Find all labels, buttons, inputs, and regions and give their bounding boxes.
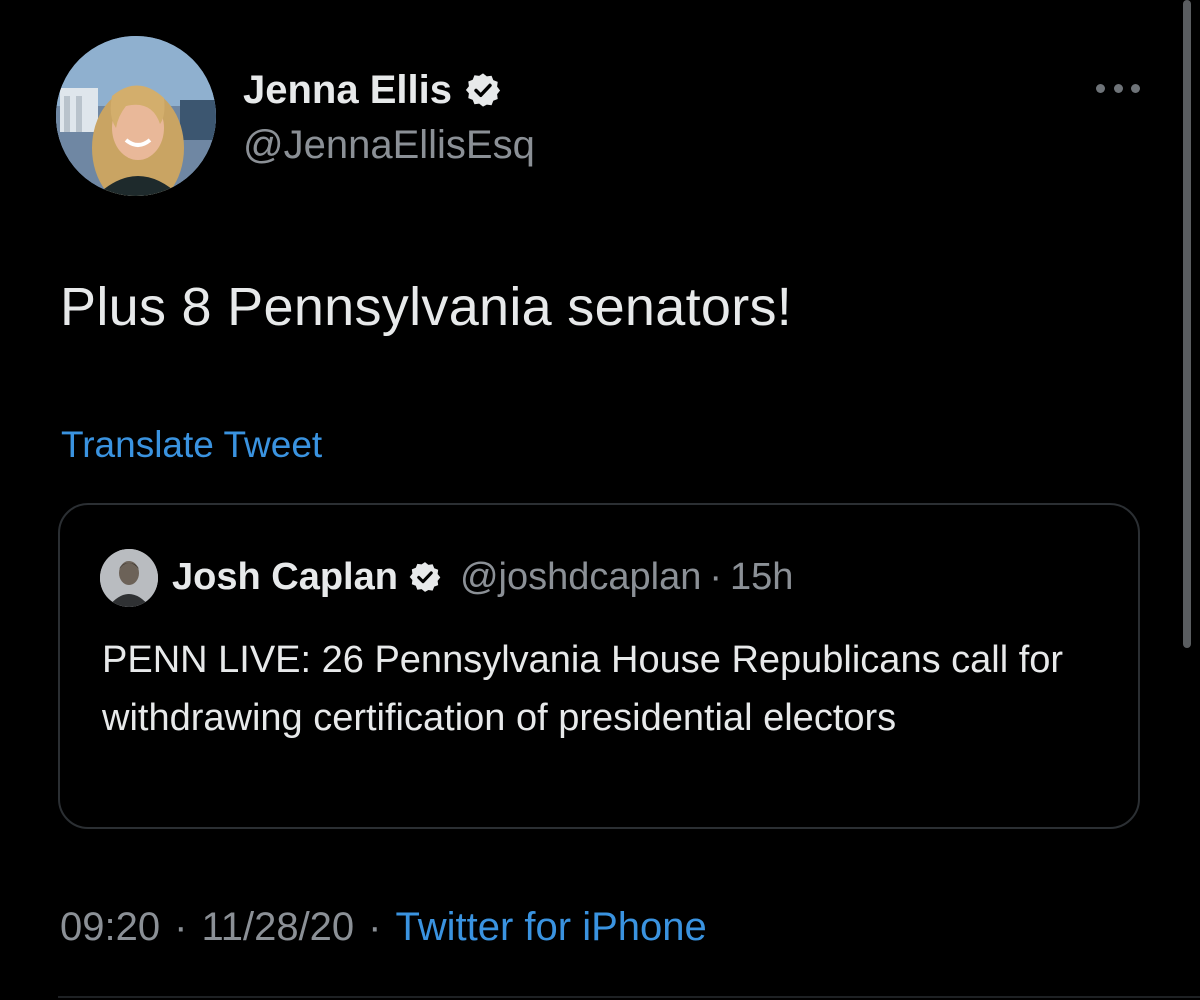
author-name-row[interactable]: Jenna Ellis — [243, 66, 502, 114]
more-dot — [1113, 83, 1123, 93]
quoted-tweet-time: 15h — [730, 555, 794, 598]
tweet-date: 11/28/20 — [201, 905, 355, 949]
author-handle[interactable]: @JennaEllisEsq — [243, 123, 535, 168]
author-name[interactable]: Jenna Ellis — [243, 68, 452, 113]
tweet-text: Plus 8 Pennsylvania senators! — [60, 277, 793, 337]
separator-dot: · — [368, 905, 382, 949]
quoted-tweet-text: PENN LIVE: 26 Pennsylvania House Republi… — [102, 639, 1064, 739]
quoted-tweet-card[interactable]: Josh Caplan @joshdcaplan · 15h PENN LIVE… — [58, 503, 1140, 829]
quoted-author-name: Josh Caplan — [172, 555, 398, 598]
separator-dot: · — [174, 905, 188, 949]
quoted-author-avatar — [100, 549, 158, 607]
more-options-icon[interactable] — [1096, 78, 1140, 98]
tweet-time: 09:20 — [60, 905, 161, 949]
tweet-detail: Jenna Ellis @JennaEllisEsq Plus 8 Pennsy… — [0, 0, 1200, 1000]
translate-tweet-link[interactable]: Translate Tweet — [61, 424, 322, 466]
tweet-meta: 09:20 · 11/28/20 · Twitter for iPhone — [60, 905, 707, 950]
verified-badge-icon — [465, 73, 501, 107]
author-avatar[interactable] — [56, 36, 216, 196]
more-dot — [1096, 83, 1105, 93]
verified-badge-icon — [409, 562, 441, 592]
quoted-author-handle: @joshdcaplan — [459, 555, 702, 598]
tweet-source-link[interactable]: Twitter for iPhone — [396, 905, 707, 950]
more-dot — [1131, 83, 1140, 93]
separator-dot: · — [709, 555, 723, 598]
quoted-tweet-header: Josh Caplan @joshdcaplan · 15h — [172, 551, 793, 603]
divider — [58, 996, 1200, 998]
scrollbar[interactable] — [1183, 0, 1191, 648]
